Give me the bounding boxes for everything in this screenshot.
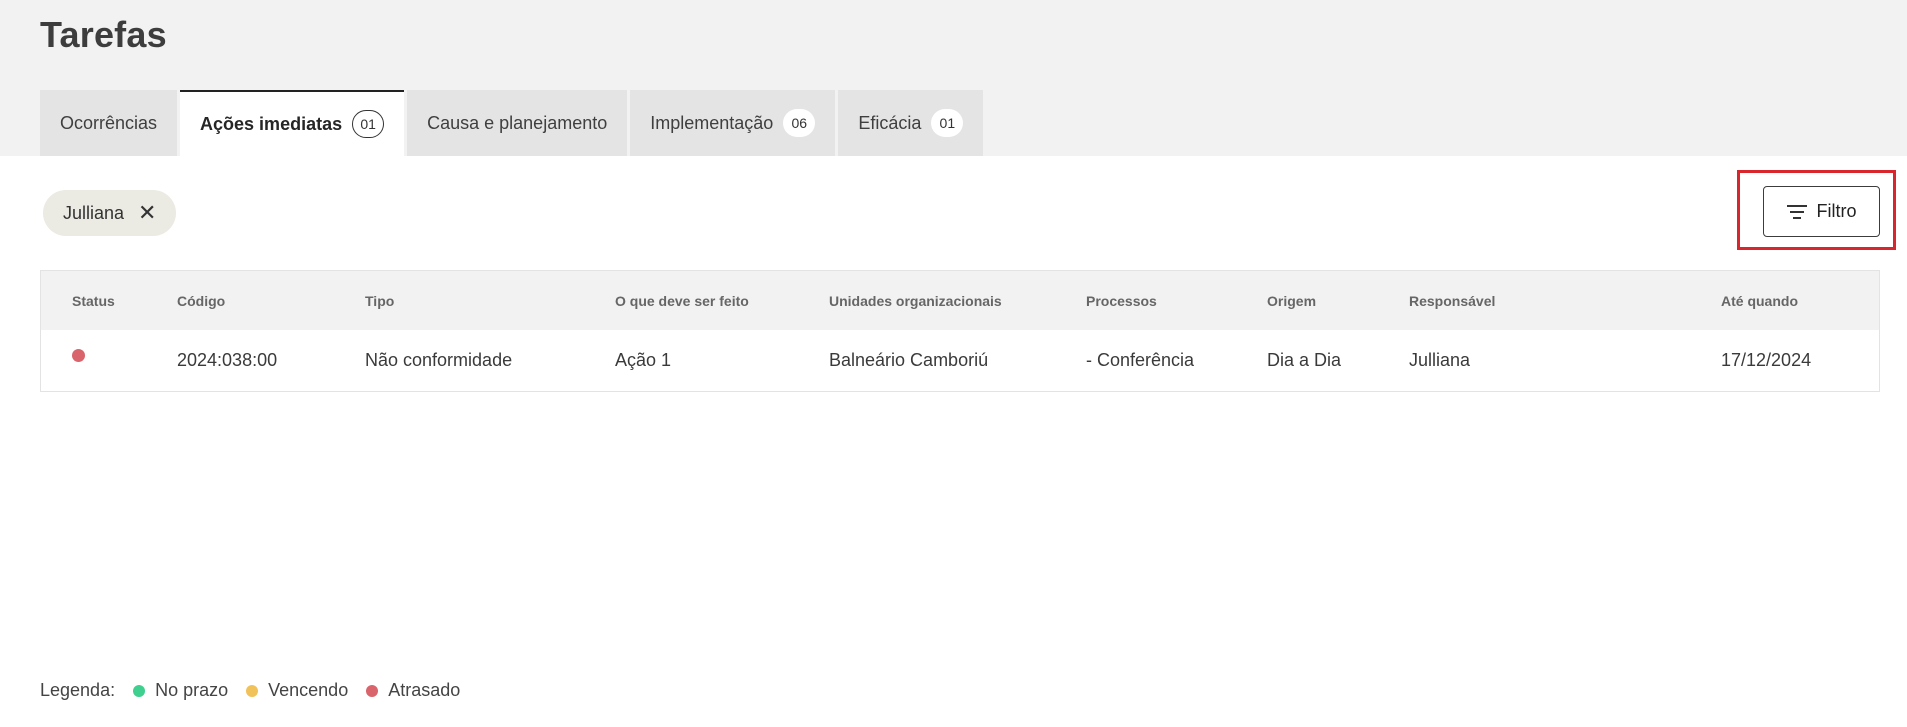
tab-acoes-imediatas[interactable]: Ações imediatas 01 (180, 90, 405, 156)
filter-button-label: Filtro (1816, 201, 1857, 221)
tab-eficacia[interactable]: Eficácia 01 (838, 90, 984, 156)
legend-item-vencendo: Vencendo (246, 680, 348, 701)
legend-dot (366, 684, 379, 697)
header-tipo[interactable]: Tipo (365, 271, 394, 330)
header-unidades[interactable]: Unidades organizacionais (829, 271, 1002, 330)
count-badge: 06 (783, 109, 816, 137)
status-dot (72, 349, 85, 362)
cell-responsavel: Julliana (1409, 350, 1471, 370)
tab-label: Ações imediatas (200, 113, 343, 134)
tasks-table: Status Código Tipo O que deve ser feito … (40, 270, 1880, 392)
tab-label: Causa e planejamento (427, 112, 608, 133)
legend-dot (133, 684, 146, 697)
filter-chip-label: Julliana (63, 202, 125, 223)
tab-bar: Ocorrências Ações imediatas 01 Causa e p… (40, 90, 984, 156)
cell-processos: - Conferência (1086, 350, 1195, 370)
close-icon[interactable]: ✕ (138, 202, 156, 224)
header-oque[interactable]: O que deve ser feito (615, 271, 749, 330)
legend-item-no-prazo: No prazo (133, 680, 228, 701)
header-ate[interactable]: Até quando (1721, 271, 1798, 330)
count-badge: 01 (931, 109, 964, 137)
status-cell (72, 330, 85, 391)
tab-label: Eficácia (858, 112, 922, 133)
legend-item-label: No prazo (155, 680, 229, 700)
page-header: Tarefas Ocorrências Ações imediatas 01 C… (0, 0, 1907, 156)
legend-item-atrasado: Atrasado (366, 680, 460, 701)
header-processos[interactable]: Processos (1086, 271, 1157, 330)
legend-item-label: Vencendo (268, 680, 349, 700)
filter-icon (1786, 204, 1807, 219)
table-row[interactable]: 2024:038:00 Não conformidade Ação 1 Baln… (41, 330, 1879, 391)
cell-unidades: Balneário Camboriú (829, 350, 989, 370)
filter-button[interactable]: Filtro (1763, 186, 1880, 237)
header-origem[interactable]: Origem (1267, 271, 1316, 330)
cell-ate: 17/12/2024 (1721, 350, 1812, 370)
filter-chip: Julliana ✕ (43, 190, 177, 236)
header-status[interactable]: Status (72, 271, 115, 330)
tab-label: Implementação (650, 112, 774, 133)
legend-label: Legenda: (40, 680, 116, 700)
tab-label: Ocorrências (60, 112, 158, 133)
cell-origem: Dia a Dia (1267, 350, 1342, 370)
cell-codigo: 2024:038:00 (177, 350, 278, 370)
tab-causa-planejamento[interactable]: Causa e planejamento (407, 90, 628, 156)
tab-implementacao[interactable]: Implementação 06 (630, 90, 836, 156)
tab-ocorrencias[interactable]: Ocorrências (40, 90, 178, 156)
header-codigo[interactable]: Código (177, 271, 225, 330)
table-header: Status Código Tipo O que deve ser feito … (41, 271, 1879, 330)
cell-tipo: Não conformidade (365, 350, 513, 370)
cell-oque: Ação 1 (615, 350, 672, 370)
page-title: Tarefas (40, 14, 167, 55)
legend-dot (246, 684, 259, 697)
legend-item-label: Atrasado (388, 680, 461, 700)
header-responsavel[interactable]: Responsável (1409, 271, 1495, 330)
legend: Legenda: No prazo Vencendo Atrasado (40, 680, 460, 701)
count-badge: 01 (352, 110, 385, 138)
